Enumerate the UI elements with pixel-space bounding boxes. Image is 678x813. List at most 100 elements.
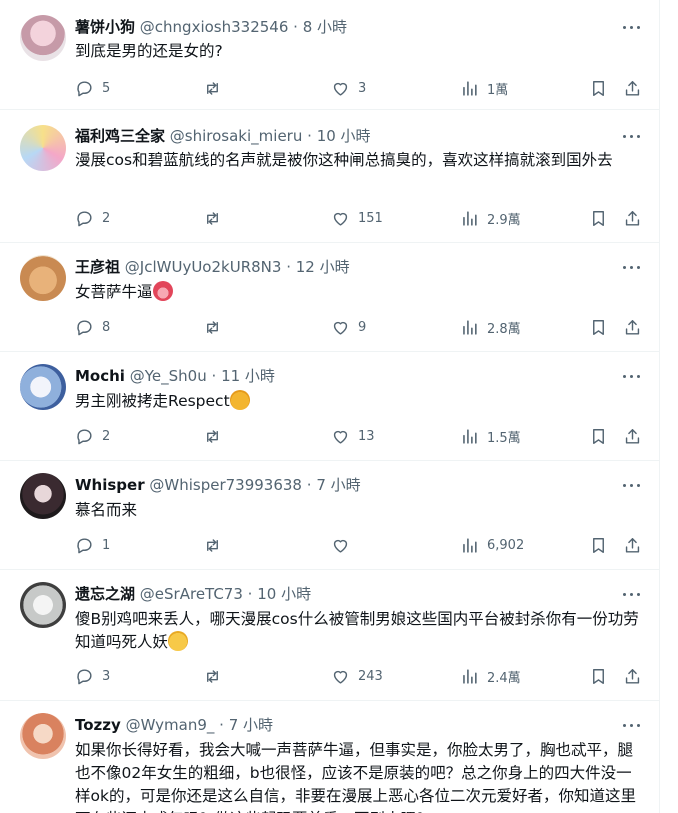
- share-button[interactable]: [623, 315, 642, 339]
- bookmark-icon: [593, 319, 604, 335]
- timestamp[interactable]: 7 小時: [229, 716, 273, 734]
- avatar[interactable]: [20, 473, 66, 519]
- retweet-button[interactable]: [203, 76, 222, 100]
- retweet-button[interactable]: [203, 533, 222, 557]
- display-name[interactable]: 遗忘之湖: [75, 585, 135, 603]
- more-icon[interactable]: [620, 366, 644, 386]
- share-button[interactable]: [623, 206, 642, 230]
- reply-button[interactable]: 8: [75, 315, 110, 339]
- bookmark-button[interactable]: [589, 76, 608, 100]
- views-button[interactable]: 1萬: [460, 76, 508, 100]
- avatar[interactable]: [20, 255, 66, 301]
- reply-button[interactable]: 1: [75, 533, 110, 557]
- tweet-text: 傻B别鸡吧来丢人，哪天漫展cos什么被管制男娘这些国内平台被封杀你有一份功劳知道…: [75, 610, 639, 651]
- avatar[interactable]: [20, 125, 66, 171]
- bookmark-button[interactable]: [589, 424, 608, 448]
- timestamp[interactable]: 12 小時: [296, 258, 350, 276]
- display-name[interactable]: 福利鸡三全家: [75, 127, 165, 145]
- avatar[interactable]: [20, 364, 66, 410]
- view-count: 2.8萬: [487, 321, 521, 337]
- timestamp[interactable]: 10 小時: [257, 585, 311, 603]
- share-button[interactable]: [623, 533, 642, 557]
- retweet-button[interactable]: [203, 664, 222, 688]
- reply-icon: [77, 80, 92, 96]
- avatar[interactable]: [20, 582, 66, 628]
- bookmark-button[interactable]: [589, 664, 608, 688]
- views-button[interactable]: 1.5萬: [460, 424, 521, 448]
- like-count: 243: [358, 668, 383, 684]
- timestamp[interactable]: 10 小時: [317, 127, 371, 145]
- tweet[interactable]: Mochi @Ye_Sh0u · 11 小時 男主刚被拷走Respect 2 1…: [0, 352, 660, 461]
- retweet-button[interactable]: [203, 315, 222, 339]
- bookmark-button[interactable]: [589, 206, 608, 230]
- more-icon[interactable]: [620, 584, 644, 604]
- tweet[interactable]: 薯饼小狗 @chngxiosh332546 · 8 小時 到底是男的还是女的? …: [0, 0, 660, 110]
- more-icon[interactable]: [620, 17, 644, 37]
- more-icon[interactable]: [620, 715, 644, 735]
- view-count: 2.4萬: [487, 670, 521, 686]
- share-button[interactable]: [623, 424, 642, 448]
- user-handle[interactable]: @eSrAreTC73: [140, 585, 243, 603]
- views-icon: [463, 319, 477, 335]
- display-name[interactable]: Mochi: [75, 367, 125, 385]
- views-button[interactable]: 2.4萬: [460, 664, 521, 688]
- view-count: 6,902: [487, 537, 525, 553]
- more-icon[interactable]: [620, 475, 644, 495]
- separator-dot: ·: [219, 716, 224, 734]
- avatar[interactable]: [20, 15, 66, 61]
- tweet[interactable]: Whisper @Whisper73993638 · 7 小時 慕名而来 1 6…: [0, 461, 660, 570]
- user-handle[interactable]: @Whisper73993638: [149, 476, 302, 494]
- saluting-face-emoji: [229, 390, 250, 410]
- retweet-button[interactable]: [203, 206, 222, 230]
- reply-count: 1: [102, 537, 111, 553]
- like-button[interactable]: 243: [331, 664, 383, 688]
- bookmark-button[interactable]: [589, 315, 608, 339]
- heart-icon: [333, 321, 348, 335]
- views-button[interactable]: 2.8萬: [460, 315, 521, 339]
- tweet[interactable]: 福利鸡三全家 @shirosaki_mieru · 10 小時 漫展cos和碧蓝…: [0, 110, 660, 243]
- cow-face-emoji: [152, 281, 173, 301]
- reply-button[interactable]: 2: [75, 206, 110, 230]
- timestamp[interactable]: 11 小時: [221, 367, 275, 385]
- like-button[interactable]: 9: [331, 315, 366, 339]
- more-icon[interactable]: [620, 257, 644, 277]
- share-button[interactable]: [623, 664, 642, 688]
- reply-button[interactable]: 5: [75, 76, 110, 100]
- share-icon: [625, 537, 640, 553]
- like-count: 13: [358, 428, 375, 444]
- tweet[interactable]: 遗忘之湖 @eSrAreTC73 · 10 小時 傻B别鸡吧来丢人，哪天漫展co…: [0, 570, 660, 701]
- views-button[interactable]: 6,902: [460, 533, 524, 557]
- user-handle[interactable]: @JclWUyUo2kUR8N3: [125, 258, 282, 276]
- more-icon[interactable]: [620, 126, 644, 146]
- user-handle[interactable]: @chngxiosh332546: [140, 18, 289, 36]
- share-icon: [625, 80, 640, 96]
- user-handle[interactable]: @shirosaki_mieru: [170, 127, 303, 145]
- display-name[interactable]: Tozzy: [75, 716, 121, 734]
- reply-button[interactable]: 3: [75, 664, 110, 688]
- reply-button[interactable]: 2: [75, 424, 110, 448]
- display-name[interactable]: 王彦祖: [75, 258, 120, 276]
- reply-count: 5: [102, 80, 111, 96]
- bookmark-icon: [593, 80, 604, 96]
- view-count: 2.9萬: [487, 212, 521, 228]
- like-button[interactable]: 151: [331, 206, 383, 230]
- share-button[interactable]: [623, 76, 642, 100]
- reply-feed: 薯饼小狗 @chngxiosh332546 · 8 小時 到底是男的还是女的? …: [0, 0, 660, 813]
- views-icon: [463, 537, 477, 553]
- timestamp[interactable]: 7 小時: [316, 476, 360, 494]
- user-handle[interactable]: @Ye_Sh0u: [130, 367, 207, 385]
- like-count: 3: [358, 80, 367, 96]
- tweet[interactable]: Tozzy @Wyman9_ · 7 小時 如果你长得好看，我会大喊一声菩萨牛逼…: [0, 701, 660, 813]
- avatar[interactable]: [20, 713, 66, 759]
- timestamp[interactable]: 8 小時: [303, 18, 347, 36]
- views-button[interactable]: 2.9萬: [460, 206, 521, 230]
- display-name[interactable]: Whisper: [75, 476, 145, 494]
- like-button[interactable]: 3: [331, 76, 366, 100]
- like-button[interactable]: 13: [331, 424, 375, 448]
- tweet[interactable]: 王彦祖 @JclWUyUo2kUR8N3 · 12 小時 女菩萨牛逼 8 9 2…: [0, 243, 660, 352]
- display-name[interactable]: 薯饼小狗: [75, 18, 135, 36]
- retweet-button[interactable]: [203, 424, 222, 448]
- user-handle[interactable]: @Wyman9_: [126, 716, 215, 734]
- like-button[interactable]: [331, 533, 358, 557]
- bookmark-button[interactable]: [589, 533, 608, 557]
